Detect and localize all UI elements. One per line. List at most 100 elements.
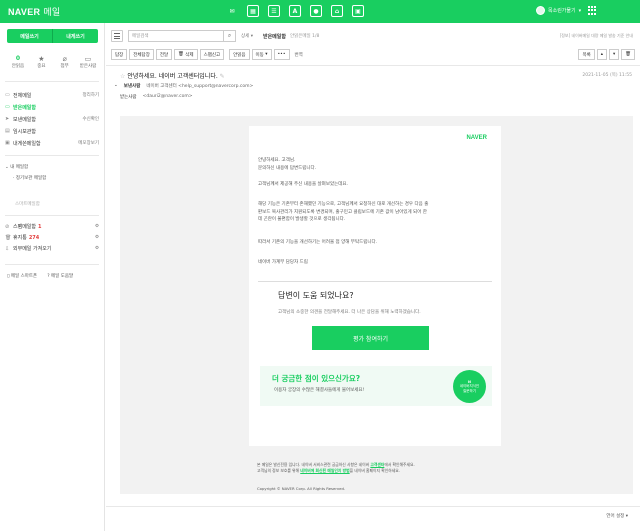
sidebar-item-import[interactable]: ⇩ 외부메일 가져오기 ⚙ [5, 243, 99, 254]
sidebar-item-trash[interactable]: 🗑 휴지통 274 ⚙ [5, 232, 99, 243]
help-center-link[interactable]: 고객센터 [370, 462, 384, 467]
paragraph-line: 판보드 복사관리가 지원되도록 변경되며, 출구민고 클립보드에 기존 값이 남… [258, 209, 427, 215]
calendar-icon[interactable]: ▦ [247, 5, 259, 17]
more-button[interactable]: ••• [273, 49, 290, 60]
sidebar-item-inbox[interactable]: ▭ 받은메일함 [5, 101, 99, 113]
reply-all-button[interactable]: 전체답장 [129, 49, 154, 60]
trash-icon[interactable]: 🗑 [621, 49, 635, 60]
clip-icon: ⌀ [62, 55, 67, 63]
chevron-down-icon[interactable]: ⌄ [114, 83, 118, 89]
sidebar-item-sent[interactable]: ➤ 보낸메일함 수신확인 [5, 113, 99, 125]
delete-button[interactable]: 🗑 삭제 [174, 49, 198, 60]
mail-icon[interactable]: ✉ [226, 5, 238, 17]
mybox-icon[interactable]: ● [310, 5, 322, 17]
notice-link[interactable]: [정보] 네이버메일 대량 메일 발송 기준 안내 [560, 33, 633, 39]
mark-unread-button[interactable]: 안읽음 [229, 49, 250, 60]
user-name: 목소린가물기 [548, 8, 576, 14]
inbox-icon: ▭ [5, 104, 10, 110]
gear-icon[interactable]: ⚙ [95, 246, 99, 251]
compose-buttons: 메일쓰기 내게쓰기 [7, 29, 98, 43]
memo-view-link[interactable]: 메모장보기 [78, 140, 99, 146]
search-icon[interactable]: ⌕ [224, 30, 236, 42]
sidebar-item-all[interactable]: ▭ 전체메일 정리하기 [5, 89, 99, 101]
menu-toggle-icon[interactable] [111, 30, 123, 42]
help-link[interactable]: ? 메일 도움말 [47, 273, 73, 279]
memo-icon[interactable]: A [289, 5, 301, 17]
vip-filter[interactable]: ▭ 받은사람 [77, 55, 99, 69]
recipient-value[interactable]: <dauri2@naver.com> [143, 94, 193, 100]
mobile-link[interactable]: ▯ 메일 스마트폰 [7, 273, 37, 279]
important-filter[interactable]: ★ 중요 [30, 55, 52, 69]
body-line: 고객님께서 제공해 주신 내용을 살펴보았는데요. [258, 182, 348, 187]
contacts-icon[interactable]: ☰ [268, 5, 280, 17]
detail-label: 상세 [241, 34, 250, 39]
move-button[interactable]: 이동 ▾ [251, 49, 272, 60]
footer-text: 을 네이버 홈페이지 확인하세요. [349, 467, 400, 473]
my-folder-item[interactable]: · 정기보관 메일함 [13, 175, 46, 181]
chevron-down-icon: ▾ [578, 7, 582, 14]
rate-button[interactable]: 평가 참여하기 [312, 326, 429, 350]
recipient-row: 받는사람 <dauri2@naver.com> [120, 94, 193, 100]
nav-buttons: 목록 ▴ ▾ 🗑 [578, 49, 635, 60]
user-menu[interactable]: 목소린가물기 ▾ [536, 6, 597, 15]
footer-line: 고객님의 정보 보호를 위해 네이버에 회신된 메일인지 방법을 네이버 홈페이… [257, 468, 537, 474]
reply-button[interactable]: 답장 [111, 49, 128, 60]
write-mail-button[interactable]: 메일쓰기 [7, 29, 53, 43]
more-desc: 이용자 궁장의 수많은 해결사들에게 물어보세요! [274, 388, 365, 393]
sent-icon: ➤ [5, 116, 10, 122]
attachment-filter[interactable]: ⌀ 첨부 [54, 55, 76, 69]
divider [258, 281, 492, 282]
verify-mail-link[interactable]: 네이버에 회신된 메일인지 방법 [300, 468, 349, 473]
read-receipt-link[interactable]: 수신확인 [82, 116, 99, 122]
draft-icon: ▤ [5, 128, 10, 134]
works-icon[interactable]: ▣ [352, 5, 364, 17]
folder-label: 전체메일 [13, 92, 32, 99]
help-link-label: 메일 도움말 [51, 274, 74, 279]
sidebar-item-spam[interactable]: ⊘ 스팸메일함 1 ⚙ [5, 221, 99, 232]
organize-link[interactable]: 정리하기 [82, 92, 99, 98]
folder-label: 스팸메일함 [13, 224, 37, 230]
language-select[interactable]: 언어 설정 ▾ [606, 513, 628, 519]
home-icon[interactable]: ⌂ [331, 5, 343, 17]
unread-filter[interactable]: 0 안읽음 [7, 55, 29, 69]
bottom-bar: 언어 설정 ▾ [106, 506, 640, 531]
sidebar-item-drafts[interactable]: ▤ 임시보관함 [5, 125, 99, 137]
sender-value[interactable]: 네이버 고객센터 <help_support@navercorp.com> [146, 83, 253, 89]
naver-mail-logo[interactable]: NAVER 메일 [8, 5, 61, 18]
star-icon[interactable]: ☆ [120, 73, 125, 80]
gear-icon[interactable]: ⚙ [95, 224, 99, 229]
folder-label: 받은메일함 [13, 104, 37, 111]
mail-subject: ☆ 안녕하세요. 네이버 고객센터입니다. ✎ [120, 71, 225, 80]
vip-icon: ▭ [84, 55, 92, 63]
mobile-link-label: 메일 스마트폰 [10, 274, 38, 279]
gear-icon[interactable]: ⚙ [95, 235, 99, 240]
apps-grid-icon[interactable] [588, 6, 597, 15]
sidebar-item-self[interactable]: ▣ 내게쓴메일함 메모장보기 [5, 137, 99, 149]
detail-search-button[interactable]: 상세 ▾ [241, 33, 253, 39]
search-input[interactable]: 메일검색 [128, 30, 224, 42]
translate-button[interactable]: 번역 [291, 49, 306, 60]
vip-label: 받은사람 [79, 64, 97, 69]
edit-icon[interactable]: ✎ [220, 73, 225, 80]
footer-text: 에서 확인해주세요. [384, 462, 415, 467]
logo-naver: NAVER [8, 7, 41, 17]
forward-button[interactable]: 전달 [155, 49, 173, 60]
footer-text: 본 메일은 발신전용 입니다. 네이버 서비스관련 궁금하신 사항은 네이버 [257, 462, 371, 467]
important-label: 중요 [37, 64, 46, 69]
folder-label: 임시보관함 [13, 128, 37, 135]
my-folders-title[interactable]: ⌄ 내 메일함 [5, 164, 28, 170]
write-self-button[interactable]: 내게쓰기 [53, 29, 98, 43]
prev-mail-button[interactable]: ▴ [596, 49, 608, 60]
spam-report-button[interactable]: 스팸신고 [199, 49, 225, 60]
next-mail-button[interactable]: ▾ [609, 49, 620, 60]
list-button[interactable]: 목록 [578, 49, 595, 60]
more-questions-banner[interactable]: 더 궁금한 점이 있으신가요? 이용자 궁장의 수많은 해결사들에게 물어보세요… [260, 366, 492, 406]
folder-list: ▭ 전체메일 정리하기 ▭ 받은메일함 ➤ 보낸메일함 수신확인 ▤ 임시보관함 ▣ 내게쓴메… [5, 89, 99, 149]
folder-icon: ▭ [5, 92, 10, 98]
greeting-line: 안녕하세요. 고객님. [258, 158, 296, 163]
kin-ask-button[interactable]: N 네이버지식인 질문하기 [453, 370, 486, 403]
delete-label: 삭제 [185, 52, 194, 58]
feedback-desc: 고객님의 소중한 의견을 전달해주세요. 더 나은 상담을 위해 노력하겠습니다… [278, 310, 421, 315]
smart-folder-placeholder[interactable]: 스마트메일함 [15, 201, 40, 207]
trash-icon: 🗑 [178, 52, 184, 57]
